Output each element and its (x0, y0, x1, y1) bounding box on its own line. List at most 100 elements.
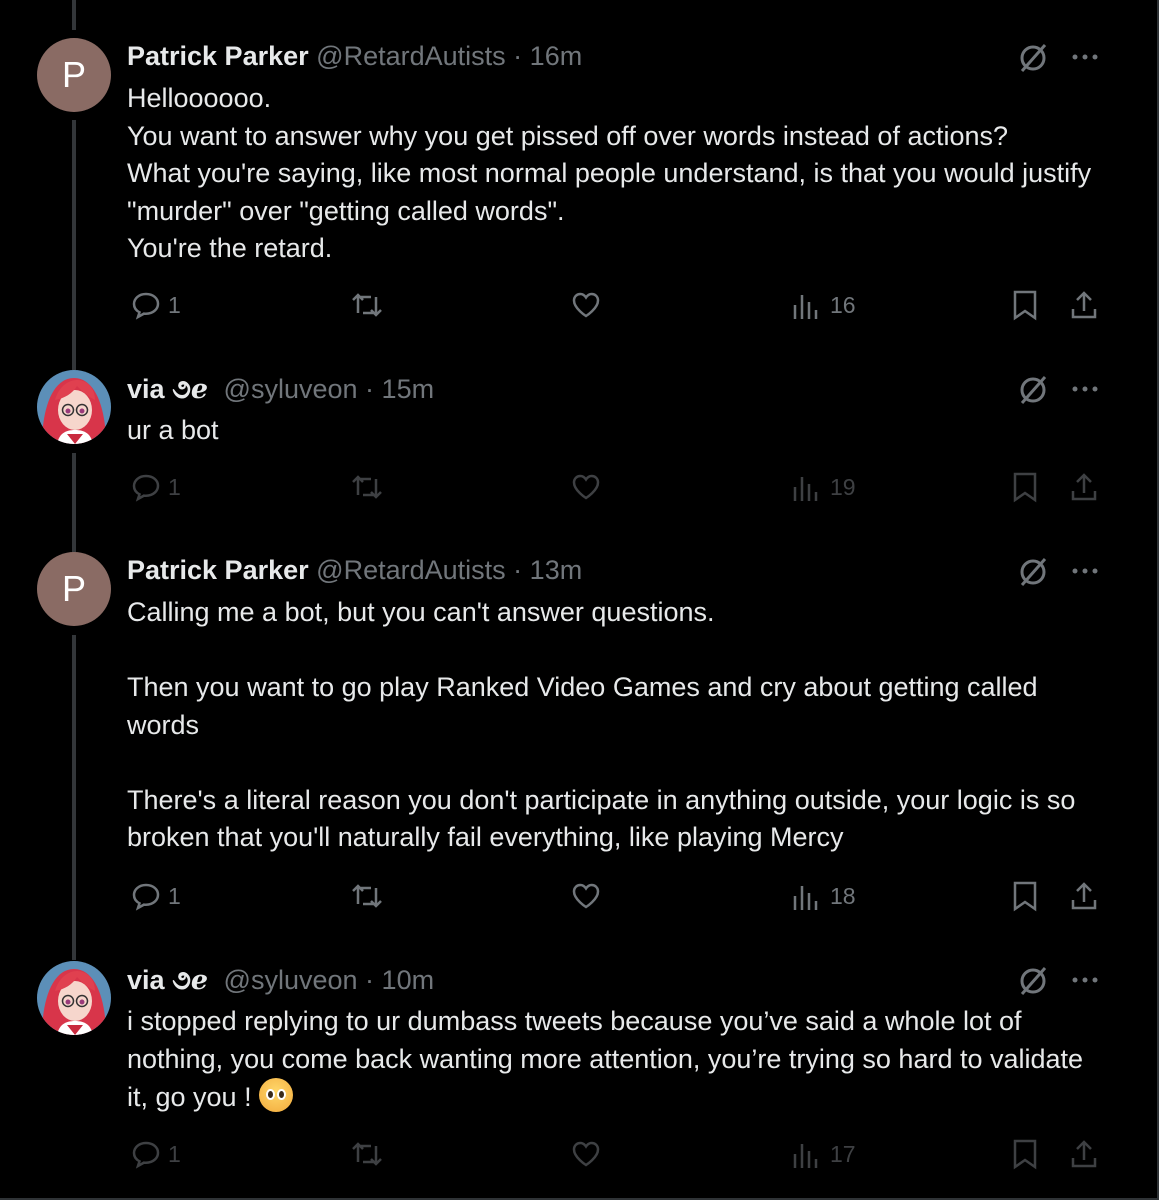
more-options-icon[interactable] (1068, 554, 1102, 588)
like-button[interactable] (570, 1138, 602, 1170)
reply-count: 1 (168, 473, 181, 500)
heart-icon (572, 292, 600, 318)
avatar[interactable]: P (37, 38, 111, 112)
more-options-icon[interactable] (1068, 40, 1102, 74)
separator-dot: · (365, 965, 375, 995)
grok-slash-icon[interactable] (1016, 372, 1050, 406)
bookmark-button[interactable] (1011, 1138, 1039, 1170)
grok-slash-icon[interactable] (1016, 40, 1050, 74)
timestamp[interactable]: 10m (382, 965, 435, 995)
reply-button[interactable]: 1 (130, 1138, 181, 1170)
reply-icon (132, 1141, 160, 1169)
author-name[interactable]: Patrick Parker (127, 555, 309, 585)
reply-icon (132, 474, 160, 502)
repost-icon (352, 884, 382, 908)
avatar-letter: P (61, 54, 86, 95)
tweet-actions: 1 18 (0, 880, 1159, 920)
anime-avatar-image (37, 370, 111, 444)
like-button[interactable] (570, 880, 602, 912)
author-handle[interactable]: @RetardAutists (316, 41, 505, 71)
share-button[interactable] (1068, 289, 1100, 321)
timestamp[interactable]: 16m (530, 41, 583, 71)
repost-icon (352, 293, 382, 317)
reply-button[interactable]: 1 (130, 471, 181, 503)
tweet[interactable]: P Patrick Parker @RetardAutists · 13m Ca… (0, 552, 1159, 932)
tweet-header: via ૭ℯ @syluveon · 10m (127, 964, 434, 996)
view-count: 17 (830, 1140, 856, 1167)
views-button[interactable]: 19 (792, 471, 856, 503)
share-icon (1071, 882, 1097, 910)
tweet-text: Calling me a bot, but you can't answer q… (127, 597, 1076, 852)
analytics-icon (793, 295, 818, 319)
view-count: 19 (830, 473, 856, 500)
reply-count: 1 (168, 882, 181, 909)
pleading-face-emoji (259, 1078, 294, 1112)
heart-icon (572, 1141, 600, 1167)
views-button[interactable]: 17 (792, 1138, 856, 1170)
tweet-actions: 1 19 (0, 471, 1159, 511)
author-handle[interactable]: @syluveon (224, 374, 358, 404)
reply-count: 1 (168, 1140, 181, 1167)
share-button[interactable] (1068, 471, 1100, 503)
heart-icon (572, 883, 600, 909)
separator-dot: · (513, 555, 523, 585)
tweet-header: Patrick Parker @RetardAutists · 16m (127, 40, 582, 72)
author-handle[interactable]: @RetardAutists (316, 555, 505, 585)
share-button[interactable] (1068, 1138, 1100, 1170)
bookmark-icon (1013, 290, 1037, 321)
repost-icon (352, 475, 382, 499)
analytics-icon (793, 1144, 818, 1168)
avatar[interactable] (37, 370, 111, 444)
grok-slash-icon[interactable] (1016, 963, 1050, 997)
avatar[interactable] (37, 961, 111, 1035)
timestamp[interactable]: 15m (382, 374, 435, 404)
tweet-text: i stopped replying to ur dumbass tweets … (127, 1003, 1107, 1117)
separator-dot: · (513, 41, 523, 71)
repost-button[interactable] (350, 1138, 384, 1170)
reply-icon (132, 292, 160, 320)
more-options-icon[interactable] (1068, 963, 1102, 997)
repost-button[interactable] (350, 471, 384, 503)
tweet[interactable]: P Patrick Parker @RetardAutists · 16m He… (0, 38, 1159, 338)
view-count: 18 (830, 882, 856, 909)
author-name[interactable]: via (127, 965, 165, 995)
tweet[interactable]: via ૭ℯ @syluveon · 15m ur a bot 1 19 (0, 370, 1159, 530)
repost-icon (352, 1142, 382, 1166)
bookmark-button[interactable] (1011, 289, 1039, 321)
views-button[interactable]: 18 (792, 880, 856, 912)
bookmark-icon (1013, 881, 1037, 912)
repost-button[interactable] (350, 289, 384, 321)
reply-icon (132, 883, 160, 911)
author-name[interactable]: via (127, 374, 165, 404)
author-handle[interactable]: @syluveon (224, 965, 358, 995)
name-ornament: ૭ℯ (172, 374, 209, 404)
tweet-actions: 1 16 (0, 289, 1159, 329)
conversation-thread: P Patrick Parker @RetardAutists · 16m He… (0, 0, 1159, 1200)
avatar-letter: P (61, 568, 86, 609)
more-options-icon[interactable] (1068, 372, 1102, 406)
reply-button[interactable]: 1 (130, 289, 181, 321)
heart-icon (572, 474, 600, 500)
timestamp[interactable]: 13m (530, 555, 583, 585)
bookmark-icon (1013, 1139, 1037, 1170)
like-button[interactable] (570, 471, 602, 503)
tweet[interactable]: via ૭ℯ @syluveon · 10m i stopped replyin… (0, 961, 1159, 1191)
share-icon (1071, 473, 1097, 501)
author-name[interactable]: Patrick Parker (127, 41, 309, 71)
views-button[interactable]: 16 (792, 289, 856, 321)
separator-dot: · (365, 374, 375, 404)
reply-button[interactable]: 1 (130, 880, 181, 912)
share-button[interactable] (1068, 880, 1100, 912)
like-button[interactable] (570, 289, 602, 321)
tweet-header: Patrick Parker @RetardAutists · 13m (127, 554, 582, 586)
grok-slash-icon[interactable] (1016, 554, 1050, 588)
tweet-text: Helloooooo. You want to answer why you g… (127, 83, 1092, 263)
tweet-header: via ૭ℯ @syluveon · 15m (127, 373, 434, 405)
avatar[interactable]: P (37, 552, 111, 626)
repost-button[interactable] (350, 880, 384, 912)
analytics-icon (793, 477, 818, 501)
bookmark-button[interactable] (1011, 471, 1039, 503)
share-icon (1071, 1140, 1097, 1168)
bookmark-button[interactable] (1011, 880, 1039, 912)
anime-avatar-image (37, 961, 111, 1035)
